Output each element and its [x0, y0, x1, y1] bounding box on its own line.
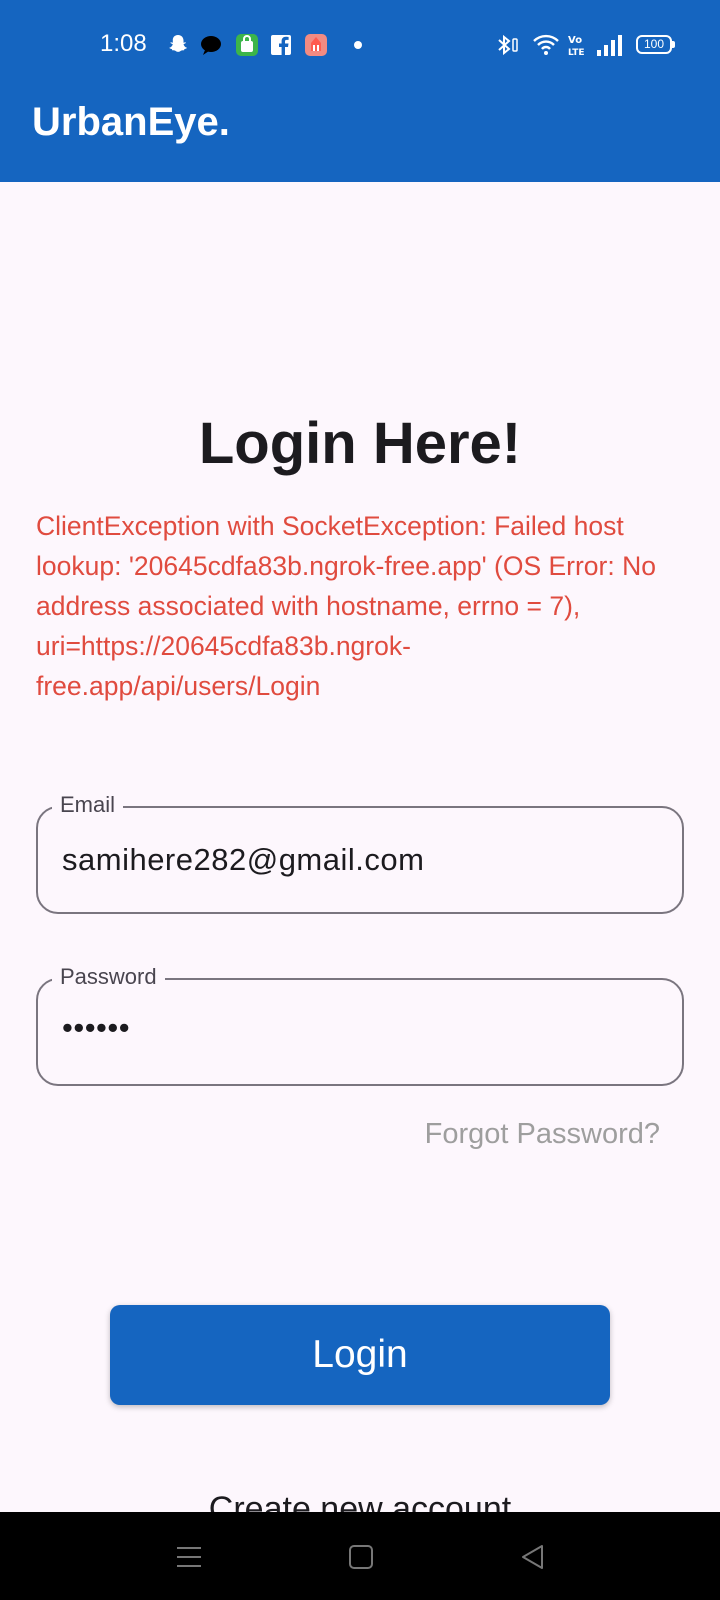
battery-icon: 100: [636, 35, 675, 54]
app-icon: [305, 34, 327, 56]
more-notifications-dot: [354, 41, 362, 49]
back-icon[interactable]: [520, 1544, 546, 1570]
email-label: Email: [52, 792, 124, 818]
menu-icon[interactable]: [176, 1544, 202, 1570]
shopping-bag-icon: [236, 34, 258, 56]
page-title: Login Here!: [198, 411, 522, 476]
facebook-icon: [271, 35, 291, 55]
password-value[interactable]: ••••••: [62, 1010, 662, 1046]
status-time: 1:08: [100, 30, 147, 57]
app-title: UrbanEye.: [32, 100, 230, 144]
navigation-bar: [0, 1512, 720, 1600]
email-field[interactable]: Email samihere282@gmail.com: [36, 792, 684, 914]
forgot-password-link[interactable]: Forgot Password?: [425, 1118, 660, 1151]
status-bar: 1:08 Vo LTE 100: [0, 0, 720, 90]
signal-icon: [597, 35, 622, 56]
home-icon[interactable]: [348, 1544, 374, 1570]
svg-text:LTE: LTE: [568, 48, 585, 58]
wifi-icon: [533, 34, 559, 55]
email-value[interactable]: samihere282@gmail.com: [62, 842, 662, 878]
svg-text:Vo: Vo: [568, 35, 582, 46]
snapchat-icon: [169, 35, 187, 52]
app-bar: 1:08 Vo LTE 100 UrbanEye.: [0, 0, 720, 182]
volte-icon: Vo LTE: [568, 35, 585, 58]
password-label: Password: [52, 964, 165, 990]
bluetooth-icon: [498, 34, 518, 56]
chat-bubble-icon: [201, 36, 221, 55]
password-field[interactable]: Password ••••••: [36, 964, 684, 1086]
login-button[interactable]: Login: [110, 1305, 610, 1405]
error-message: ClientException with SocketException: Fa…: [36, 511, 656, 701]
